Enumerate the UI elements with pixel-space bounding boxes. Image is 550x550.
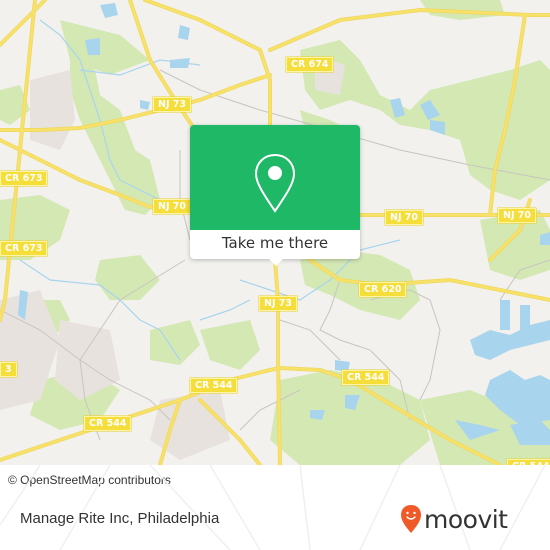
road-label-cr673: CR 673 bbox=[0, 241, 48, 256]
location-pin-icon bbox=[254, 153, 296, 213]
road-label-nj73: NJ 73 bbox=[259, 296, 298, 311]
location-popup: Take me there bbox=[190, 125, 360, 266]
road-label-cr620: CR 620 bbox=[359, 282, 407, 297]
brand-name: moovit bbox=[424, 504, 508, 534]
road-label-cr544: CR 544 bbox=[342, 370, 390, 385]
moovit-smiley-pin-icon bbox=[401, 505, 421, 533]
road-label-cr544: CR 544 bbox=[84, 416, 132, 431]
popup-header bbox=[190, 125, 360, 230]
take-me-there-button[interactable]: Take me there bbox=[190, 230, 360, 259]
road-label-cr673: CR 673 bbox=[0, 171, 48, 186]
moovit-logo[interactable]: moovit bbox=[400, 504, 508, 534]
road-label-cr544: CR 544 bbox=[190, 378, 238, 393]
road-label-nj70: NJ 70 bbox=[498, 208, 537, 223]
road-label-cr674: CR 674 bbox=[286, 57, 334, 72]
road-label-nj70: NJ 70 bbox=[385, 210, 424, 225]
place-name: Manage Rite Inc, Philadelphia bbox=[20, 510, 220, 527]
map-view[interactable]: CR 674 NJ 73 CR 673 NJ 70 CR 673 NJ 70 N… bbox=[0, 0, 550, 465]
road-label-nj73: NJ 73 bbox=[153, 97, 192, 112]
popup-pointer bbox=[268, 258, 284, 266]
road-label-nj70: NJ 70 bbox=[153, 199, 192, 214]
road-label-cr673: 3 bbox=[0, 362, 17, 377]
